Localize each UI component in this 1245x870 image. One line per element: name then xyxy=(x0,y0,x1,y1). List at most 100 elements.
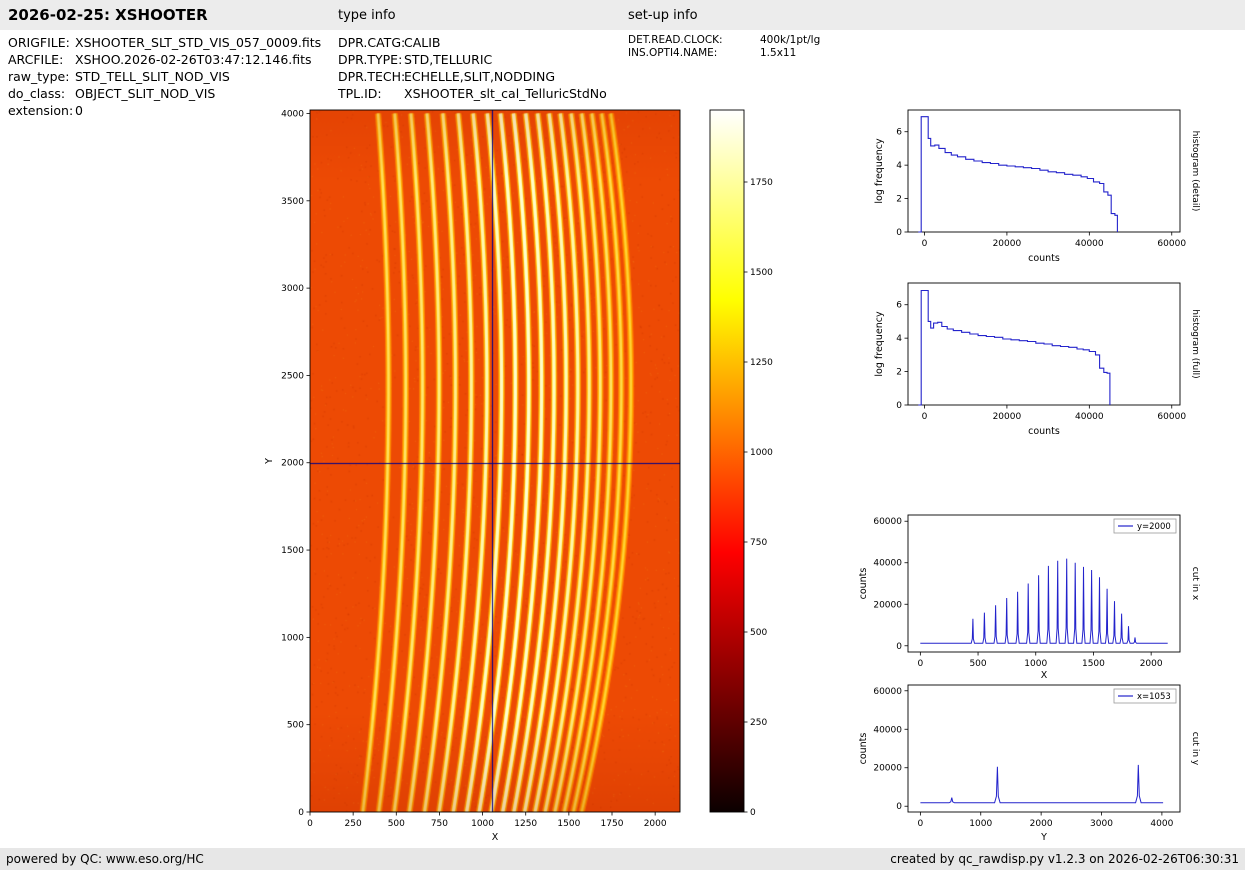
tick-label: 2000 xyxy=(1030,819,1053,829)
colorbar-tick-label: 250 xyxy=(750,718,767,728)
colorbar-tick-label: 1250 xyxy=(750,358,773,368)
meta-value: 0 xyxy=(75,103,83,118)
tick-label: 1000 xyxy=(969,819,992,829)
tick-label: 0 xyxy=(298,808,304,818)
y-axis-label: counts xyxy=(858,733,869,765)
tick-label: 0 xyxy=(917,659,923,669)
x-axis-label: X xyxy=(1041,670,1048,681)
colorbar-tick-label: 750 xyxy=(750,538,767,548)
tick-label: 60000 xyxy=(873,687,902,697)
meta-value: ECHELLE,SLIT,NODDING xyxy=(404,69,556,84)
tick-label: 3000 xyxy=(1090,819,1113,829)
tick-label: 2500 xyxy=(281,371,304,381)
rawtype-row: raw_type: STD_TELL_SLIT_NOD_VIS xyxy=(8,68,321,85)
tick-label: 2 xyxy=(896,195,902,205)
cut-in-y-plot: 0 1000 2000 3000 40000200004000060000Ycounts… xyxy=(858,684,1200,843)
tick-label: 500 xyxy=(388,819,405,829)
tick-label: 1000 xyxy=(1024,659,1047,669)
tick-label: 1250 xyxy=(514,819,537,829)
dpr-type-row: DPR.TYPE: STD,TELLURIC xyxy=(338,51,607,68)
tick-label: 2000 xyxy=(1140,659,1163,669)
tick-label: 750 xyxy=(431,819,448,829)
legend: y=2000 xyxy=(1113,518,1177,534)
tick-label: 2 xyxy=(896,368,902,378)
extension-row: extension: 0 xyxy=(8,102,321,119)
tick-label: 3000 xyxy=(281,284,304,294)
meta-label: INS.OPTI4.NAME: xyxy=(628,46,718,59)
tick-label: 20000 xyxy=(993,412,1022,422)
meta-label: DPR.TYPE: xyxy=(338,52,403,67)
colorbar-tick-label: 1500 xyxy=(750,268,773,278)
x-axis-label: counts xyxy=(1028,426,1060,437)
tick-label: 40000 xyxy=(1075,239,1104,249)
arcfile-row: ARCFILE: XSHOO.2026-02-26T03:47:12.146.f… xyxy=(8,51,321,68)
y-axis-label: log frequency xyxy=(874,311,885,377)
tick-label: 60000 xyxy=(873,517,902,527)
tpl-id-row: TPL.ID: XSHOOTER_slt_cal_TelluricStdNo xyxy=(338,85,607,102)
tick-label: 2000 xyxy=(281,459,304,469)
doclass-row: do_class: OBJECT_SLIT_NOD_VIS xyxy=(8,85,321,102)
tick-label: 40000 xyxy=(873,559,902,569)
tick-label: 0 xyxy=(896,401,902,411)
tick-label: 6 xyxy=(896,128,902,138)
meta-value: XSHOOTER_slt_cal_TelluricStdNo xyxy=(404,86,607,101)
meta-label: ORIGFILE: xyxy=(8,35,70,50)
meta-value: 400k/1pt/lg xyxy=(760,34,821,46)
meta-label: extension: xyxy=(8,103,74,118)
histogram-line xyxy=(918,289,1111,406)
tick-label: 500 xyxy=(287,721,304,731)
tick-label: 20000 xyxy=(993,239,1022,249)
histogram-detail-plot: 0 20000 40000 60000 0 2 4 6 counts log frequency h… xyxy=(874,109,1200,264)
colorbar-tick-label: 0 xyxy=(750,808,756,818)
y-axis-label: Y xyxy=(264,458,275,465)
tick-label: 1500 xyxy=(557,819,580,829)
tick-label: 4 xyxy=(896,334,902,344)
meta-value: STD_TELL_SLIT_NOD_VIS xyxy=(75,69,230,84)
right-axis-label: cut in x xyxy=(1190,567,1200,601)
page-title: 2026-02-25: XSHOOTER xyxy=(8,6,208,24)
meta-value: STD,TELLURIC xyxy=(404,52,493,67)
dpr-tech-row: DPR.TECH: ECHELLE,SLIT,NODDING xyxy=(338,68,607,85)
meta-label: DPR.CATG: xyxy=(338,35,406,50)
x-axis-label: Y xyxy=(1040,832,1047,843)
legend-label: y=2000 xyxy=(1137,522,1171,532)
tick-label: 0 xyxy=(896,228,902,238)
x-axis-label: X xyxy=(492,832,499,843)
meta-value: CALIB xyxy=(404,35,441,50)
colorbar-tick-label: 500 xyxy=(750,628,767,638)
tick-label: 4 xyxy=(896,161,902,171)
meta-label: TPL.ID: xyxy=(338,86,382,101)
tick-label: 3500 xyxy=(281,197,304,207)
meta-value: XSHOO.2026-02-26T03:47:12.146.fits xyxy=(75,52,312,67)
right-axis-label: histogram (full) xyxy=(1190,309,1200,378)
header-bar: 2026-02-25: XSHOOTER type info set-up in… xyxy=(0,0,1245,30)
cut-line xyxy=(920,764,1164,804)
colorbar-tick-label: 1000 xyxy=(750,448,773,458)
legend: x=1053 xyxy=(1113,688,1177,704)
tick-label: 500 xyxy=(969,659,986,669)
setup-info-heading: set-up info xyxy=(628,8,698,23)
qc-report-page: 2026-02-25: XSHOOTER type info set-up in… xyxy=(0,0,1245,870)
dpr-catg-row: DPR.CATG: CALIB xyxy=(338,34,607,51)
meta-label: do_class: xyxy=(8,86,66,101)
histogram-line xyxy=(918,116,1118,233)
right-axis-label: cut in y xyxy=(1190,732,1200,766)
tick-label: 60000 xyxy=(1157,239,1186,249)
tick-label: 250 xyxy=(345,819,362,829)
y-axis-label: counts xyxy=(858,568,869,600)
tick-label: 0 xyxy=(922,239,928,249)
footer-bar: powered by QC: www.eso.org/HC created by… xyxy=(0,848,1245,870)
tick-label: 0 xyxy=(896,802,902,812)
tick-label: 60000 xyxy=(1157,412,1186,422)
tick-label: 20000 xyxy=(873,600,902,610)
raw-frame-image xyxy=(310,110,680,812)
meta-label: ARCFILE: xyxy=(8,52,64,67)
read-clock-row: DET.READ.CLOCK: 400k/1pt/lg xyxy=(628,34,820,47)
tick-label: 1750 xyxy=(601,819,624,829)
x-axis-label: counts xyxy=(1028,253,1060,264)
tick-label: 1500 xyxy=(1082,659,1105,669)
meta-label: raw_type: xyxy=(8,69,70,84)
tick-label: 1000 xyxy=(281,633,304,643)
tick-label: 6 xyxy=(896,301,902,311)
legend-label: x=1053 xyxy=(1137,692,1171,702)
